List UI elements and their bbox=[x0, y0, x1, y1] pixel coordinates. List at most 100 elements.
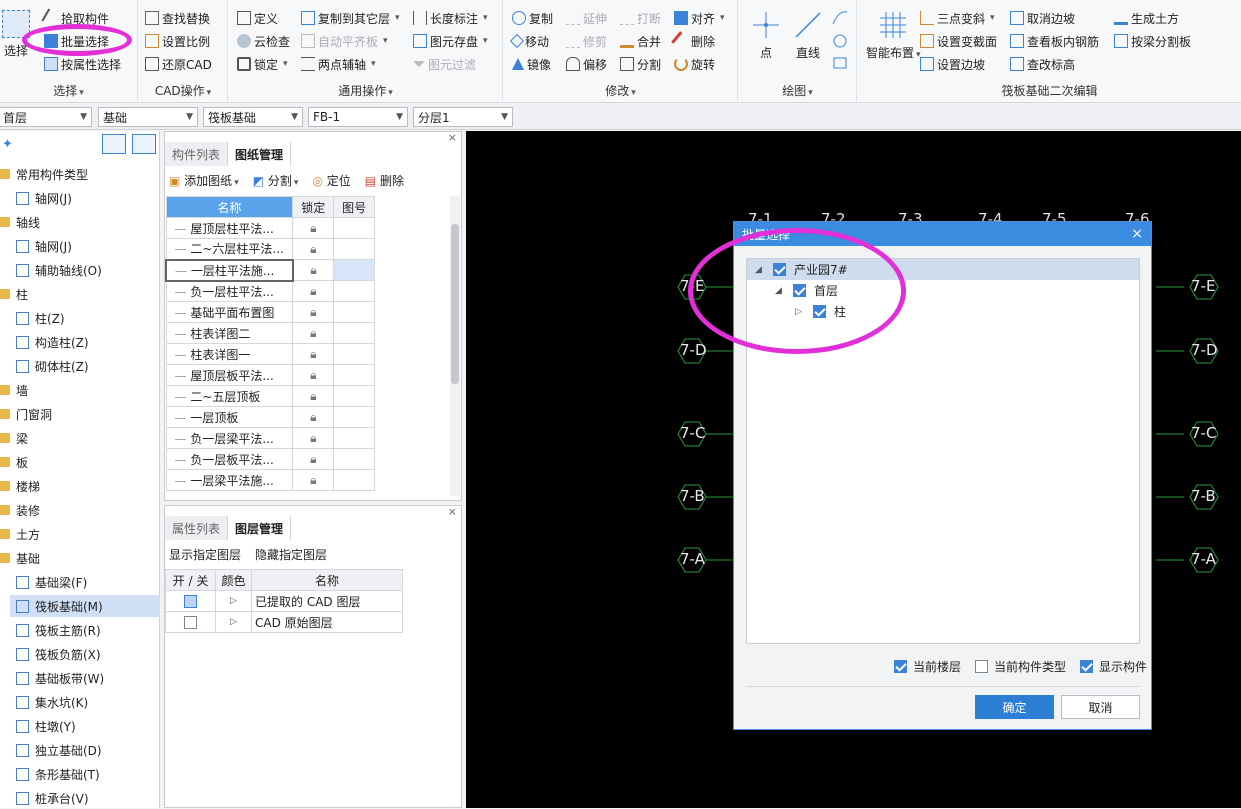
common-ops-group-label[interactable]: 通用操作 bbox=[229, 82, 502, 99]
column-header-lock[interactable]: 锁定 bbox=[292, 196, 335, 218]
layer-toggle-checkbox[interactable] bbox=[184, 616, 197, 629]
drawing-number[interactable] bbox=[333, 427, 375, 449]
generate-earthwork-button[interactable]: 生成土方 bbox=[1114, 8, 1179, 28]
drawing-name[interactable]: — 屋顶层柱平法... bbox=[165, 217, 294, 239]
lock-icon[interactable]: 🔒︎ bbox=[292, 259, 335, 281]
drawing-number[interactable] bbox=[333, 406, 375, 428]
merge-button[interactable]: 合并 bbox=[620, 31, 661, 51]
layer-select[interactable]: 分层1 ▼ bbox=[413, 107, 513, 127]
column-header-name[interactable]: 名称 bbox=[165, 196, 294, 218]
lock-icon[interactable]: 🔒︎ bbox=[292, 385, 335, 407]
lock-icon[interactable]: 🔒︎ bbox=[292, 343, 335, 365]
tab-layer-management[interactable]: 图层管理 bbox=[228, 516, 292, 540]
move-button[interactable]: 移动 bbox=[509, 31, 549, 51]
expand-icon[interactable]: ▷ bbox=[215, 590, 252, 612]
drawing-number[interactable] bbox=[333, 280, 375, 302]
sidebar-item[interactable]: 基础 bbox=[0, 547, 158, 569]
column-header-number[interactable]: 图号 bbox=[333, 196, 375, 218]
option-checkbox-item[interactable]: 当前构件类型 bbox=[975, 658, 1066, 675]
table-row[interactable]: — 屋顶层板平法... 🔒︎ bbox=[165, 364, 375, 386]
layer-toggle-checkbox[interactable] bbox=[184, 595, 197, 608]
list-view-icon[interactable] bbox=[102, 134, 126, 154]
trim-button[interactable]: 修剪 bbox=[566, 31, 607, 51]
sidebar-item[interactable]: 门窗洞 bbox=[0, 403, 158, 425]
table-row[interactable]: — 柱表详图一 🔒︎ bbox=[165, 343, 375, 365]
table-row[interactable]: — 二~六层柱平法... 🔒︎ bbox=[165, 238, 375, 260]
table-row[interactable]: ▷ CAD 原始图层 bbox=[165, 611, 403, 633]
auto-align-slab-button[interactable]: 自动平齐板 bbox=[301, 31, 388, 51]
drawing-name[interactable]: — 一层柱平法施... bbox=[165, 258, 294, 282]
find-replace-button[interactable]: 查找替换 bbox=[145, 8, 210, 28]
option-checkbox[interactable] bbox=[975, 660, 989, 673]
rotate-button[interactable]: 旋转 bbox=[674, 54, 715, 74]
lock-icon[interactable]: 🔒︎ bbox=[292, 217, 335, 239]
drawing-number[interactable] bbox=[333, 301, 375, 323]
break-button[interactable]: 打断 bbox=[620, 8, 661, 28]
cad-group-label[interactable]: CAD操作 bbox=[139, 82, 227, 99]
sidebar-item[interactable]: 砌体柱(Z) bbox=[10, 355, 160, 377]
drawing-name[interactable]: — 一层梁平法施... bbox=[165, 469, 294, 491]
sidebar-item[interactable]: 筏板基础(M) bbox=[10, 595, 160, 617]
sidebar-item[interactable]: 集水坑(K) bbox=[10, 691, 160, 713]
floor-select[interactable]: 首层 ▼ bbox=[0, 107, 92, 127]
ok-button[interactable]: 确定 bbox=[975, 695, 1054, 719]
sidebar-item[interactable]: 基础梁(F) bbox=[10, 571, 160, 593]
tab-property-list[interactable]: 属性列表 bbox=[165, 516, 229, 540]
drawing-number[interactable] bbox=[333, 364, 375, 386]
sidebar-item[interactable]: 装修 bbox=[0, 499, 158, 521]
drawing-name[interactable]: — 负一层梁平法... bbox=[165, 427, 294, 449]
drawing-name[interactable]: — 柱表详图一 bbox=[165, 343, 294, 365]
set-variable-section-button[interactable]: 设置变截面 bbox=[920, 31, 997, 51]
sidebar-item[interactable]: 墙 bbox=[0, 379, 158, 401]
delete-drawing-button[interactable]: ▤ 删除 bbox=[365, 172, 404, 189]
smart-layout-button[interactable]: 智能布置 bbox=[866, 10, 921, 61]
sidebar-item[interactable]: 常用构件类型 bbox=[0, 163, 158, 185]
three-point-slope-button[interactable]: 三点变斜 bbox=[920, 8, 995, 28]
drawing-name[interactable]: — 屋顶层板平法... bbox=[165, 364, 294, 386]
expand-icon[interactable]: ▷ bbox=[215, 611, 252, 633]
sidebar-item[interactable]: 桩承台(V) bbox=[10, 787, 160, 809]
cancel-slope-edge-button[interactable]: 取消边坡 bbox=[1010, 8, 1075, 28]
restore-cad-button[interactable]: 还原CAD bbox=[145, 54, 212, 74]
edit-elevation-button[interactable]: 查改标高 bbox=[1010, 54, 1075, 74]
lock-icon[interactable]: 🔒︎ bbox=[292, 364, 335, 386]
table-row[interactable]: — 基础平面布置图 🔒︎ bbox=[165, 301, 375, 323]
sidebar-item[interactable]: 构造柱(Z) bbox=[10, 331, 160, 353]
drawing-name[interactable]: — 一层顶板 bbox=[165, 406, 294, 428]
option-checkbox[interactable] bbox=[1080, 660, 1094, 673]
sidebar-item[interactable]: 辅助轴线(O) bbox=[10, 259, 160, 281]
table-row[interactable]: — 负一层板平法... 🔒︎ bbox=[165, 448, 375, 470]
drawing-name[interactable]: — 二~六层柱平法... bbox=[165, 238, 294, 260]
element-filter-button[interactable]: 图元过滤 bbox=[413, 54, 476, 74]
element-save-button[interactable]: 图元存盘 bbox=[413, 31, 488, 51]
lock-icon[interactable]: 🔒︎ bbox=[292, 301, 335, 323]
sidebar-item[interactable]: 独立基础(D) bbox=[10, 739, 160, 761]
cancel-button[interactable]: 取消 bbox=[1061, 695, 1140, 719]
drawing-number[interactable] bbox=[333, 385, 375, 407]
sidebar-item[interactable]: 楼梯 bbox=[0, 475, 158, 497]
drawing-number[interactable] bbox=[333, 322, 375, 344]
drawing-name[interactable]: — 负一层板平法... bbox=[165, 448, 294, 470]
sidebar-item[interactable]: 板 bbox=[0, 451, 158, 473]
sidebar-item[interactable]: 筏板负筋(X) bbox=[10, 643, 160, 665]
drawing-number[interactable] bbox=[333, 343, 375, 365]
draw-group-label[interactable]: 绘图 bbox=[739, 82, 856, 99]
drawing-number[interactable] bbox=[333, 448, 375, 470]
add-drawing-button[interactable]: ▣ 添加图纸 bbox=[169, 172, 239, 189]
split-drawing-button[interactable]: ◩ 分割 bbox=[253, 172, 299, 189]
sidebar-item[interactable]: 轴网(J) bbox=[10, 187, 160, 209]
view-slab-rebar-button[interactable]: 查看板内钢筋 bbox=[1010, 31, 1099, 51]
drawing-number[interactable] bbox=[333, 217, 375, 239]
drawing-number[interactable] bbox=[333, 259, 375, 281]
copy-button[interactable]: 复制 bbox=[512, 8, 553, 28]
sidebar-item[interactable]: 柱墩(Y) bbox=[10, 715, 160, 737]
drawing-name[interactable]: — 负一层柱平法... bbox=[165, 280, 294, 302]
table-row[interactable]: — 一层柱平法施... 🔒︎ bbox=[165, 258, 375, 282]
table-row[interactable]: — 一层顶板 🔒︎ bbox=[165, 406, 375, 428]
table-row[interactable]: — 一层梁平法施... 🔒︎ bbox=[165, 469, 375, 491]
lock-icon[interactable]: 🔒︎ bbox=[292, 280, 335, 302]
sidebar-item[interactable]: 柱(Z) bbox=[10, 307, 160, 329]
lock-button[interactable]: 锁定 bbox=[237, 54, 288, 74]
table-row[interactable]: ▷ 已提取的 CAD 图层 bbox=[165, 590, 403, 612]
sidebar-item[interactable]: 柱 bbox=[0, 283, 158, 305]
